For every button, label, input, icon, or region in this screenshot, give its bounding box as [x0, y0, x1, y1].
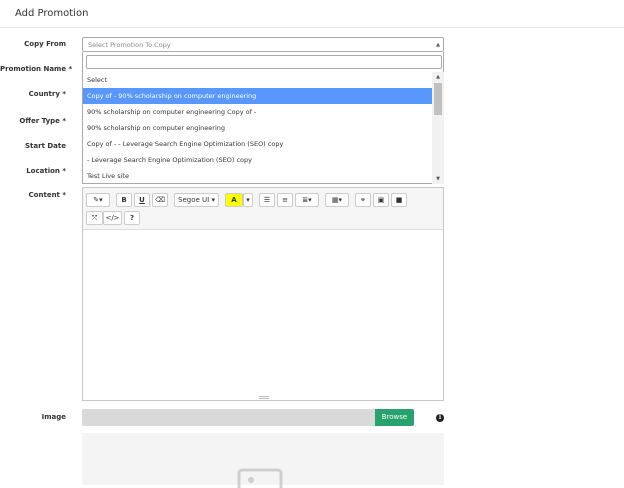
font-family-dropdown[interactable]: Segoe UI ▾ — [174, 193, 219, 207]
dropdown-search-input[interactable] — [86, 55, 442, 69]
video-button[interactable]: ■ — [391, 193, 407, 207]
fullscreen-icon: ⤧ — [91, 214, 98, 222]
page-header: Add Promotion — [0, 0, 624, 28]
dropdown-scrollbar[interactable]: ▲ ▼ — [432, 72, 444, 184]
video-icon: ■ — [395, 196, 403, 204]
style-magic-button[interactable]: ✎▾ — [86, 193, 110, 207]
link-icon: ⚭ — [360, 196, 366, 204]
editor-resize-handle[interactable] — [259, 396, 269, 399]
content-editor: ✎▾ B U ⌫ Segoe UI ▾ A ▾ ☰ ≡ ≣▾ ▦▾ ⚭ ▣ ■ … — [82, 187, 444, 401]
copy-from-select[interactable]: Select Promotion To Copy ▲ — [82, 37, 444, 52]
dropdown-option[interactable]: Test Live site — [83, 168, 432, 184]
dropdown-option[interactable]: Select — [83, 72, 432, 88]
caret-up-icon: ▲ — [436, 42, 440, 48]
code-view-button[interactable]: </> — [103, 211, 122, 225]
ordered-list-button[interactable]: ≡ — [277, 193, 293, 207]
text-color-dropdown[interactable]: ▾ — [243, 193, 253, 207]
paragraph-align-dropdown[interactable]: ≣▾ — [295, 193, 319, 207]
link-button[interactable]: ⚭ — [355, 193, 371, 207]
country-label: Country * — [28, 90, 66, 98]
numbered-list-icon: ≡ — [282, 196, 288, 204]
info-icon[interactable]: i — [436, 414, 444, 422]
dropdown-option[interactable]: 90% scholarship on computer engineering … — [83, 104, 432, 120]
page-title: Add Promotion — [15, 8, 89, 19]
editor-toolbar: ✎▾ B U ⌫ Segoe UI ▾ A ▾ ☰ ≡ ≣▾ ▦▾ ⚭ ▣ ■ … — [83, 188, 443, 230]
scrollbar-thumb[interactable] — [434, 83, 442, 115]
location-label: Location * — [26, 167, 66, 175]
image-label: Image — [41, 413, 66, 421]
image-icon: ▣ — [377, 196, 385, 204]
underline-button[interactable]: U — [134, 193, 150, 207]
magic-wand-icon: ✎▾ — [93, 196, 103, 204]
image-file-input[interactable] — [82, 409, 375, 426]
bullet-list-icon: ☰ — [263, 196, 271, 204]
bold-button[interactable]: B — [116, 193, 132, 207]
editor-content-area[interactable] — [83, 231, 443, 395]
table-dropdown[interactable]: ▦▾ — [325, 193, 349, 207]
unordered-list-button[interactable]: ☰ — [259, 193, 275, 207]
align-left-icon: ≣▾ — [302, 196, 312, 204]
copy-from-label: Copy From — [24, 40, 66, 48]
offer-type-label: Offer Type * — [19, 117, 66, 125]
chevron-down-icon: ▾ — [211, 196, 215, 204]
copy-from-dropdown: Select Copy of - 90% scholarship on comp… — [82, 52, 444, 184]
dropdown-option-highlighted[interactable]: Copy of - 90% scholarship on computer en… — [83, 88, 432, 104]
help-button[interactable]: ? — [124, 211, 140, 225]
image-preview — [82, 433, 444, 488]
dropdown-option[interactable]: 90% scholarship on computer engineering — [83, 120, 432, 136]
eraser-icon: ⌫ — [155, 196, 165, 204]
picture-button[interactable]: ▣ — [373, 193, 389, 207]
chevron-down-icon: ▾ — [246, 196, 250, 204]
image-placeholder-icon — [237, 468, 283, 488]
copy-from-placeholder: Select Promotion To Copy — [88, 41, 171, 49]
scroll-up-icon[interactable]: ▲ — [432, 72, 444, 82]
dropdown-options: Select Copy of - 90% scholarship on comp… — [83, 72, 433, 184]
start-date-label: Start Date — [25, 142, 66, 150]
content-label: Content * — [28, 191, 66, 199]
font-name: Segoe UI — [178, 196, 210, 204]
promotion-name-label: Promotion Name * — [0, 65, 73, 73]
table-icon: ▦▾ — [331, 196, 343, 204]
eraser-button[interactable]: ⌫ — [152, 193, 168, 207]
dropdown-option[interactable]: - Leverage Search Engine Optimization (S… — [83, 152, 432, 168]
browse-button[interactable]: Browse — [375, 409, 414, 426]
scroll-down-icon[interactable]: ▼ — [432, 174, 444, 184]
fullscreen-button[interactable]: ⤧ — [86, 211, 103, 225]
text-color-button[interactable]: A — [225, 193, 243, 207]
dropdown-option[interactable]: Copy of - - Leverage Search Engine Optim… — [83, 136, 432, 152]
